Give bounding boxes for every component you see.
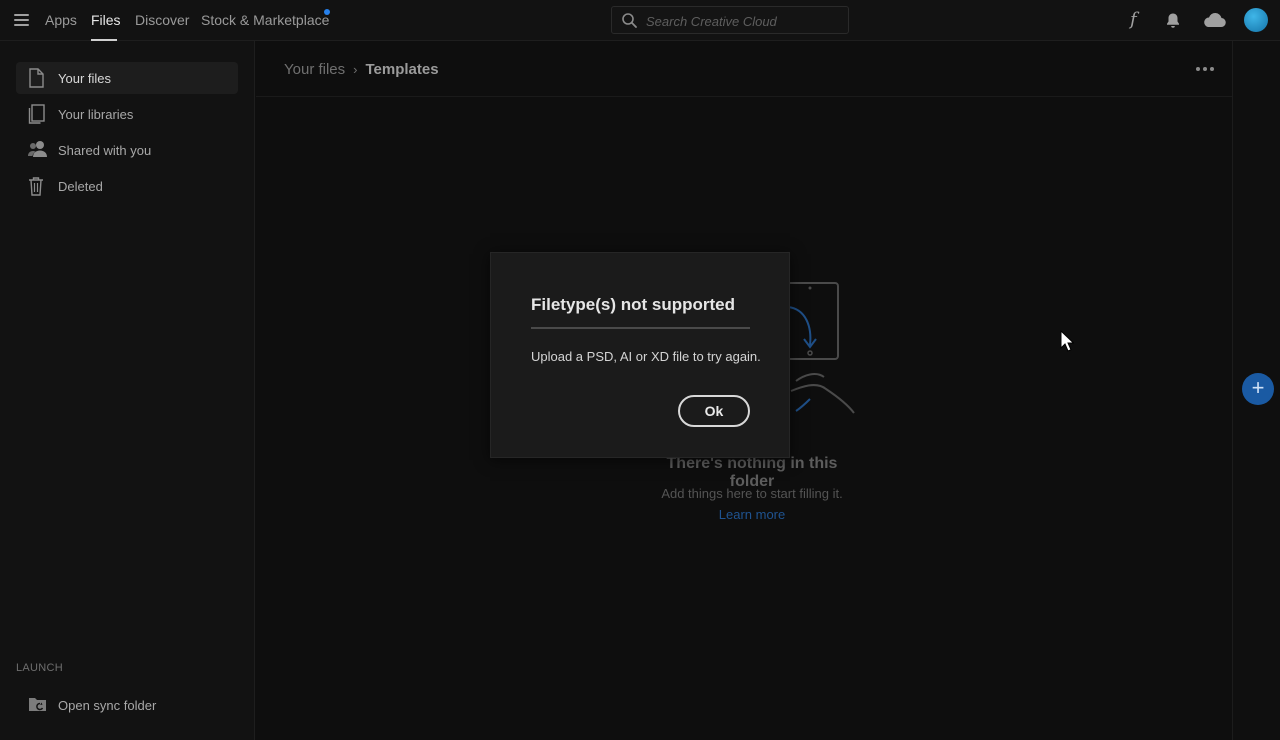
search-icon	[622, 13, 637, 28]
shared-users-icon	[28, 141, 47, 157]
bell-icon[interactable]	[1165, 12, 1181, 29]
sidebar-item-open-sync-folder[interactable]: Open sync folder	[16, 689, 238, 721]
plus-icon: +	[1251, 375, 1265, 400]
avatar[interactable]	[1244, 8, 1268, 32]
fonts-icon[interactable]: f	[1130, 9, 1137, 30]
new-badge-dot	[324, 9, 330, 15]
libraries-icon	[28, 104, 45, 124]
ok-button[interactable]: Ok	[678, 395, 750, 427]
breadcrumb-your-files[interactable]: Your files	[284, 61, 345, 78]
mouse-cursor-icon	[1060, 330, 1074, 352]
learn-more-link[interactable]: Learn more	[644, 507, 860, 522]
dialog-message: Upload a PSD, AI or XD file to try again…	[531, 349, 761, 364]
trash-icon	[29, 177, 43, 196]
sidebar-item-label: Your files	[58, 71, 111, 86]
breadcrumb-current: Templates	[365, 61, 439, 78]
dialog-divider	[531, 327, 750, 329]
breadcrumb: Your files › Templates	[284, 61, 439, 78]
sidebar: Your files Your libraries Shared with yo…	[0, 41, 255, 740]
filetype-error-dialog: Filetype(s) not supported Upload a PSD, …	[490, 252, 790, 458]
menu-icon[interactable]	[14, 14, 29, 26]
dialog-title: Filetype(s) not supported	[531, 295, 735, 314]
sidebar-item-your-libraries[interactable]: Your libraries	[16, 98, 238, 130]
nav-files[interactable]: Files	[91, 12, 121, 28]
sidebar-item-label: Open sync folder	[58, 698, 157, 713]
sidebar-item-your-files[interactable]: Your files	[16, 62, 238, 94]
chevron-right-icon: ›	[353, 62, 358, 77]
empty-state-subtitle: Add things here to start filling it.	[661, 486, 843, 501]
file-icon	[29, 68, 44, 88]
launch-section-label: LAUNCH	[16, 662, 64, 674]
top-bar: Apps Files Discover Stock & Marketplace …	[0, 0, 1280, 41]
sync-folder-icon	[29, 698, 46, 711]
search-input[interactable]	[646, 11, 842, 31]
sidebar-item-shared-with-you[interactable]: Shared with you	[16, 134, 238, 166]
divider	[256, 96, 1232, 97]
search-box[interactable]	[611, 6, 849, 34]
nav-stock-marketplace[interactable]: Stock & Marketplace	[201, 12, 329, 28]
sidebar-item-label: Deleted	[58, 179, 103, 194]
nav-discover[interactable]: Discover	[135, 12, 189, 28]
add-button[interactable]: +	[1242, 373, 1274, 405]
nav-apps[interactable]: Apps	[45, 12, 77, 28]
sidebar-item-label: Your libraries	[58, 107, 134, 122]
sidebar-item-label: Shared with you	[58, 143, 152, 158]
more-options-icon[interactable]	[1196, 67, 1214, 73]
cloud-icon[interactable]	[1202, 12, 1226, 28]
sidebar-item-deleted[interactable]: Deleted	[16, 170, 238, 202]
